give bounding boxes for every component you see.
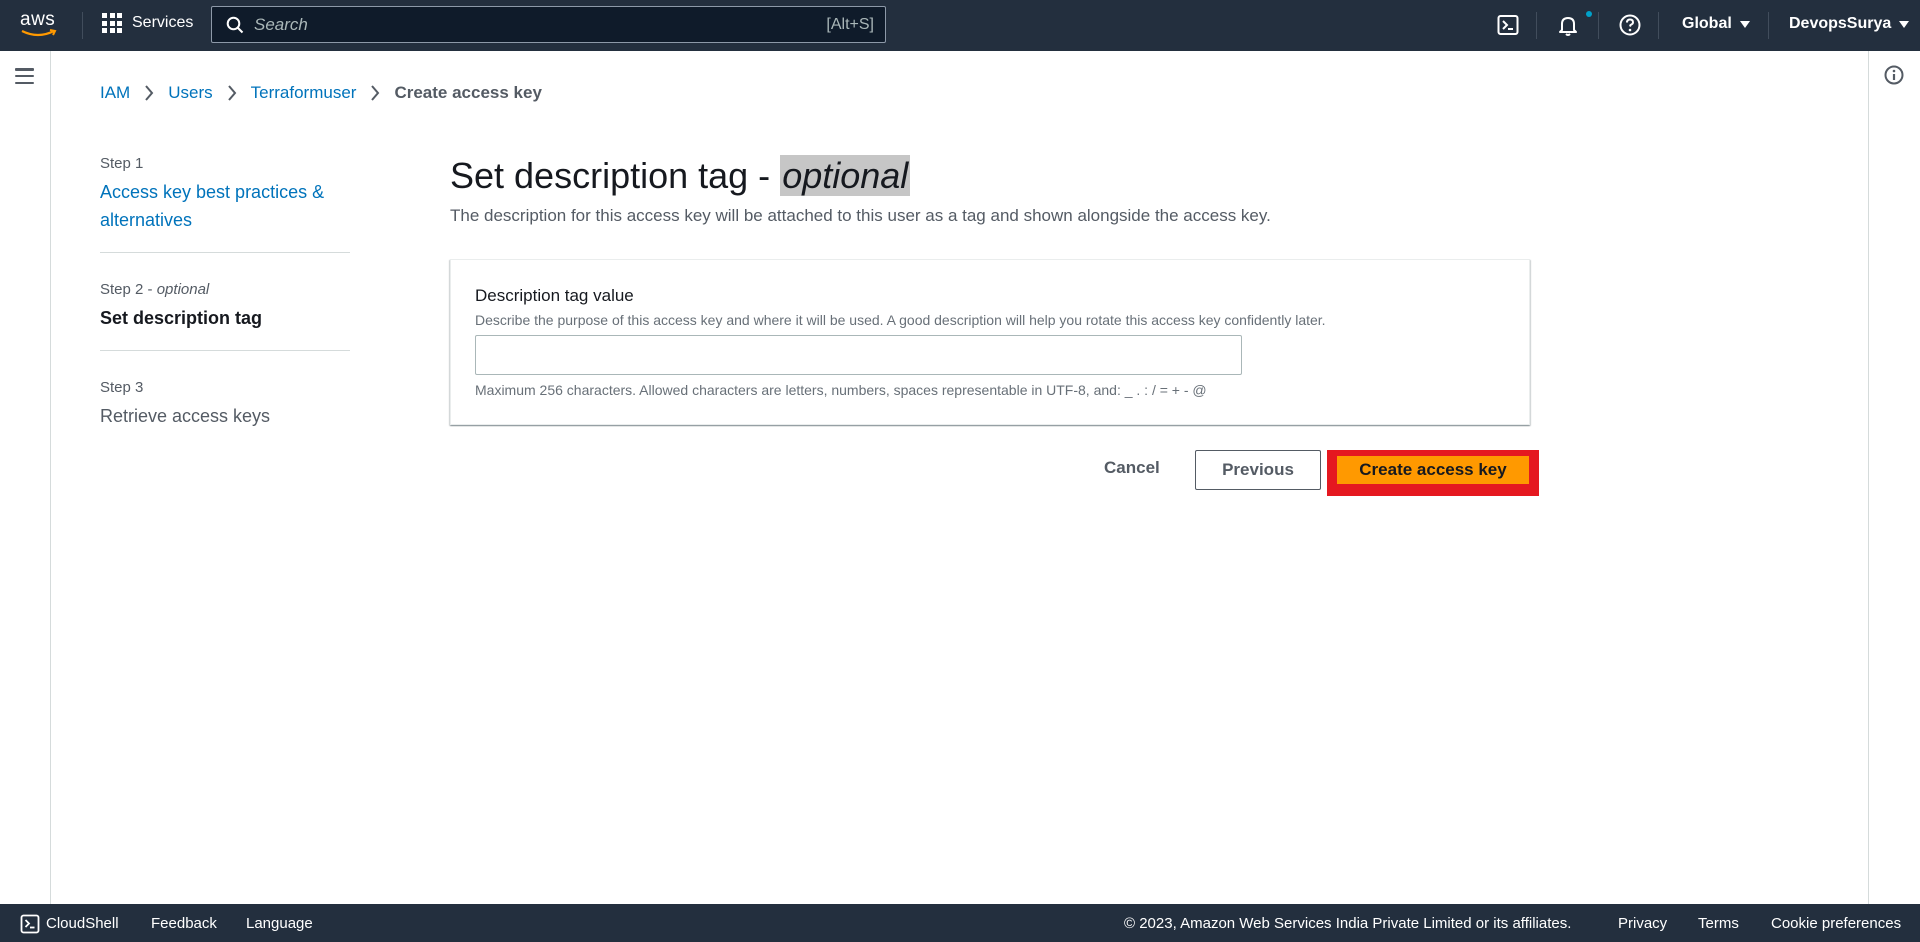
nav-divider — [1536, 12, 1537, 39]
page-description: The description for this access key will… — [450, 206, 1271, 225]
chevron-right-icon — [227, 85, 236, 101]
step-number-text: Step 2 — [100, 281, 144, 298]
left-navigation-rail — [0, 51, 51, 904]
chevron-right-icon — [371, 85, 380, 101]
notifications-bell-icon[interactable] — [1556, 13, 1580, 37]
description-tag-input[interactable] — [475, 335, 1242, 375]
nav-divider — [1658, 12, 1659, 39]
breadcrumb-users[interactable]: Users — [168, 83, 212, 103]
aws-logo[interactable]: aws — [20, 10, 64, 40]
step-optional-label: optional — [156, 281, 210, 298]
footer-copyright: © 2023, Amazon Web Services India Privat… — [1124, 915, 1572, 932]
notification-dot — [1586, 11, 1592, 17]
page-title: Set description tag - optional — [450, 152, 911, 200]
cancel-button[interactable]: Cancel — [1100, 452, 1164, 484]
caret-down-icon — [1899, 20, 1910, 28]
footer: CloudShell Feedback Language © 2023, Ama… — [0, 904, 1920, 942]
grid-icon — [102, 13, 122, 33]
field-constraint-text: Maximum 256 characters. Allowed characte… — [475, 382, 1207, 398]
footer-cookie-preferences-link[interactable]: Cookie preferences — [1771, 915, 1901, 932]
step-link-best-practices[interactable]: Access key best practices & alternatives — [100, 178, 350, 234]
region-selector[interactable]: Global — [1682, 15, 1750, 33]
step-number: Step 1 — [100, 155, 144, 172]
search-bar[interactable]: [Alt+S] — [211, 6, 886, 43]
footer-feedback-link[interactable]: Feedback — [151, 915, 217, 932]
caret-down-icon — [1739, 20, 1750, 28]
step-number: Step 3 — [100, 379, 144, 396]
wizard-step-1: Step 1 Access key best practices & alter… — [100, 153, 350, 253]
field-description: Describe the purpose of this access key … — [475, 312, 1326, 328]
previous-button[interactable]: Previous — [1195, 450, 1321, 490]
nav-divider — [1768, 12, 1769, 39]
step-title-retrieve: Retrieve access keys — [100, 406, 271, 426]
footer-terms-link[interactable]: Terms — [1698, 915, 1739, 932]
info-icon[interactable] — [1884, 65, 1904, 85]
step-title-current: Set description tag — [100, 308, 263, 328]
chevron-right-icon — [145, 85, 154, 101]
account-menu[interactable]: DevopsSurya — [1789, 15, 1910, 33]
breadcrumb: IAM Users Terraformuser Create access ke… — [100, 83, 542, 103]
create-access-key-highlight: Create access key — [1327, 450, 1539, 496]
cloudshell-icon[interactable] — [20, 914, 40, 934]
description-tag-panel: Description tag value Describe the purpo… — [450, 259, 1530, 425]
page-title-optional: optional — [780, 155, 911, 196]
nav-divider — [82, 12, 83, 39]
create-access-key-button[interactable]: Create access key — [1337, 456, 1529, 484]
footer-language-link[interactable]: Language — [246, 915, 313, 932]
search-icon — [226, 16, 244, 33]
wizard-step-3: Step 3 Retrieve access keys — [100, 377, 350, 448]
page-title-text: Set description tag - — [450, 155, 771, 196]
wizard-steps: Step 1 Access key best practices & alter… — [100, 153, 350, 474]
services-label: Services — [132, 14, 194, 31]
search-input[interactable] — [254, 14, 774, 35]
aws-logo-text: aws — [20, 9, 56, 30]
search-shortcut-hint: [Alt+S] — [826, 15, 874, 33]
footer-privacy-link[interactable]: Privacy — [1618, 915, 1667, 932]
field-label: Description tag value — [475, 286, 634, 305]
region-label: Global — [1682, 15, 1732, 32]
right-tools-rail — [1868, 51, 1920, 904]
help-icon[interactable] — [1618, 13, 1642, 37]
top-navigation: aws Services [Alt+S] Globa — [0, 0, 1920, 51]
services-menu-button[interactable]: Services — [102, 13, 193, 33]
breadcrumb-current: Create access key — [394, 83, 542, 102]
account-name: DevopsSurya — [1789, 15, 1892, 32]
hamburger-menu-icon[interactable] — [15, 68, 34, 85]
breadcrumb-iam[interactable]: IAM — [100, 83, 130, 103]
nav-divider — [1598, 12, 1599, 39]
wizard-step-2: Step 2 - optional Set description tag — [100, 279, 350, 351]
footer-cloudshell-link[interactable]: CloudShell — [46, 915, 119, 932]
breadcrumb-terraformuser[interactable]: Terraformuser — [251, 83, 357, 103]
cloudshell-icon[interactable] — [1496, 13, 1520, 37]
step-number: Step 2 - optional — [100, 281, 210, 298]
